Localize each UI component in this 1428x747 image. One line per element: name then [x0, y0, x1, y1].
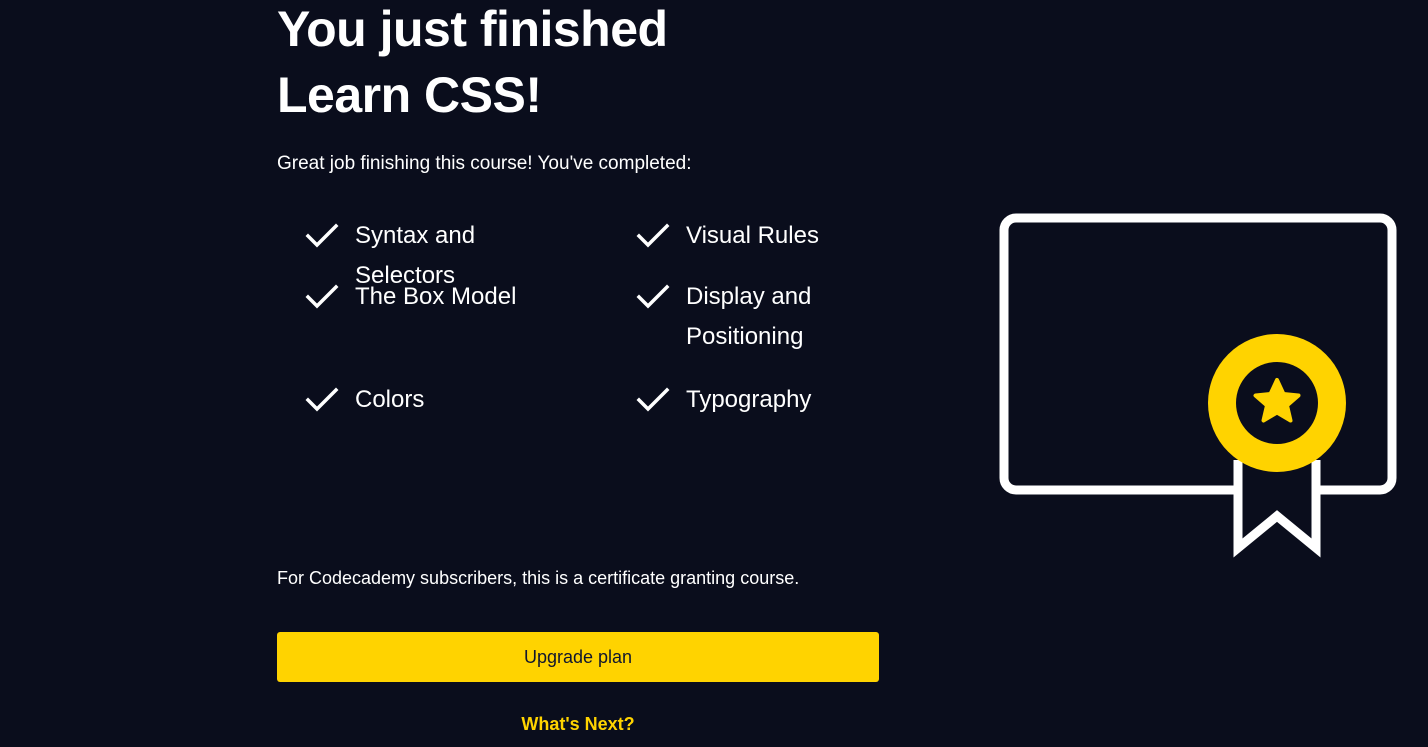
title-line-2: Learn CSS!	[277, 67, 542, 123]
certificate-icon	[996, 210, 1400, 560]
check-icon	[305, 380, 341, 420]
topic-typography: Typography	[636, 380, 886, 420]
topic-label: Colors	[355, 386, 425, 413]
topic-display-and-positioning: Display and Positioning	[636, 277, 836, 357]
check-icon	[305, 216, 341, 256]
title-line-1: You just finished	[277, 1, 668, 57]
topic-label: Visual Rules	[686, 222, 819, 249]
course-completion-page: You just finished Learn CSS! Great job f…	[0, 0, 1428, 747]
topic-visual-rules: Visual Rules	[636, 216, 886, 256]
completion-subtitle: Great job finishing this course! You've …	[277, 153, 692, 174]
topic-label: The Box Model	[355, 283, 517, 310]
topic-colors: Colors	[305, 380, 555, 420]
check-icon	[636, 380, 672, 420]
check-icon	[305, 277, 341, 317]
whats-next-link[interactable]: What's Next?	[277, 714, 879, 735]
page-title: You just finished Learn CSS!	[277, 0, 917, 128]
check-icon	[636, 277, 672, 317]
upgrade-plan-button[interactable]: Upgrade plan	[277, 632, 879, 682]
topic-label: Typography	[686, 386, 812, 413]
topic-the-box-model: The Box Model	[305, 277, 555, 317]
topic-label: Display and Positioning	[686, 283, 812, 350]
certificate-note: For Codecademy subscribers, this is a ce…	[277, 568, 800, 588]
check-icon	[636, 216, 672, 256]
